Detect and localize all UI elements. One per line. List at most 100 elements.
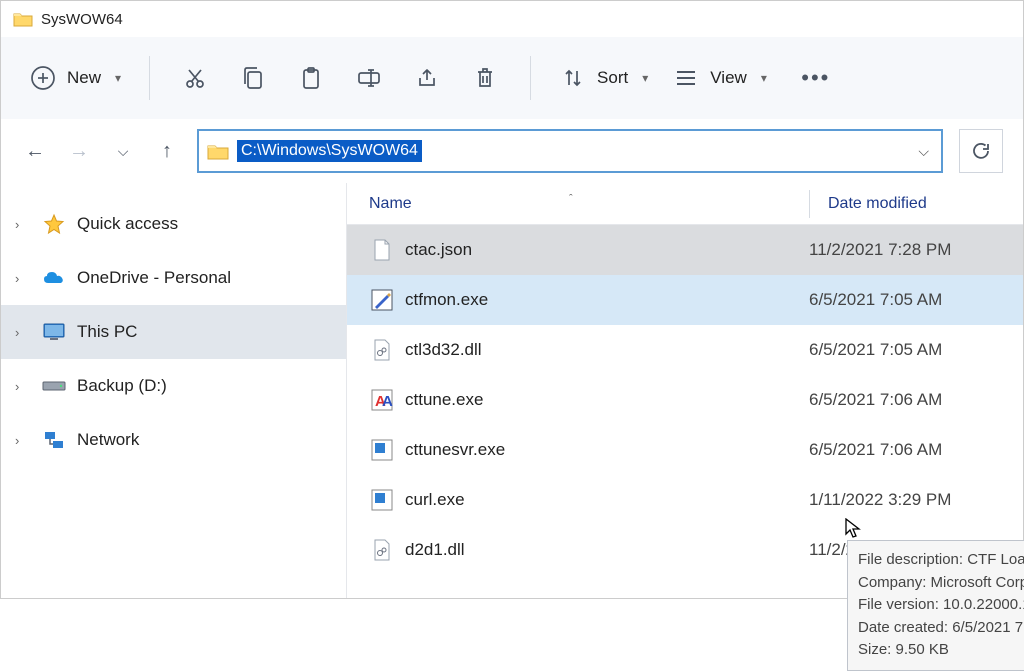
- star-icon: [41, 211, 67, 237]
- recent-button[interactable]: ⌵: [109, 137, 137, 165]
- app-icon: [369, 437, 395, 463]
- new-button[interactable]: New ▾: [19, 58, 131, 98]
- file-name: cttunesvr.exe: [405, 440, 809, 460]
- up-button[interactable]: ↑: [153, 137, 181, 165]
- paste-button[interactable]: [284, 56, 338, 100]
- file-name: ctac.json: [405, 240, 809, 260]
- sidebar-item-network[interactable]: › Network: [1, 413, 346, 467]
- app-icon: [369, 487, 395, 513]
- sort-label: Sort: [597, 68, 628, 88]
- address-path: C:\Windows\SysWOW64: [237, 140, 422, 162]
- sidebar-item-label: OneDrive - Personal: [77, 268, 231, 288]
- dll-icon: [369, 537, 395, 563]
- chevron-down-icon: ▾: [761, 71, 767, 85]
- share-button[interactable]: [400, 56, 454, 100]
- sidebar-item-quick-access[interactable]: › Quick access: [1, 197, 346, 251]
- file-date: 6/5/2021 7:06 AM: [809, 390, 942, 410]
- plus-circle-icon: [29, 64, 57, 92]
- folder-icon: [207, 142, 229, 160]
- file-row[interactable]: AA cttune.exe 6/5/2021 7:06 AM: [347, 375, 1023, 425]
- chevron-down-icon: ▾: [642, 71, 648, 85]
- copy-button[interactable]: [226, 56, 280, 100]
- tooltip-created: Date created: 6/5/2021 7:05 AM: [858, 617, 1024, 640]
- cloud-icon: [41, 265, 67, 291]
- sidebar-item-onedrive[interactable]: › OneDrive - Personal: [1, 251, 346, 305]
- file-row[interactable]: ctfmon.exe 6/5/2021 7:05 AM: [347, 275, 1023, 325]
- file-date: 6/5/2021 7:05 AM: [809, 340, 942, 360]
- sidebar-item-this-pc[interactable]: › This PC: [1, 305, 346, 359]
- divider: [149, 56, 150, 100]
- expand-icon[interactable]: ›: [15, 217, 31, 232]
- pc-icon: [41, 319, 67, 345]
- svg-text:A: A: [382, 393, 393, 410]
- rename-icon: [356, 66, 382, 90]
- file-name: ctfmon.exe: [405, 290, 809, 310]
- column-divider[interactable]: [809, 190, 810, 218]
- content-area: › Quick access › OneDrive - Personal › T…: [1, 183, 1023, 598]
- tooltip-description: File description: CTF Loader: [858, 549, 1024, 572]
- file-name: curl.exe: [405, 490, 809, 510]
- rename-button[interactable]: [342, 56, 396, 100]
- file-name: d2d1.dll: [405, 540, 809, 560]
- sidebar-item-label: Quick access: [77, 214, 178, 234]
- title-bar: SysWOW64: [1, 1, 1023, 37]
- new-label: New: [67, 68, 101, 88]
- file-row[interactable]: ctl3d32.dll 6/5/2021 7:05 AM: [347, 325, 1023, 375]
- file-row[interactable]: cttunesvr.exe 6/5/2021 7:06 AM: [347, 425, 1023, 475]
- file-name: cttune.exe: [405, 390, 809, 410]
- cut-button[interactable]: [168, 56, 222, 100]
- expand-icon[interactable]: ›: [15, 271, 31, 286]
- tooltip-size: Size: 9.50 KB: [858, 639, 1024, 662]
- file-list: ctac.json 11/2/2021 7:28 PM ctfmon.exe 6…: [347, 225, 1023, 575]
- ellipsis-icon: •••: [801, 65, 830, 91]
- file-row[interactable]: curl.exe 1/11/2022 3:29 PM: [347, 475, 1023, 525]
- expand-icon[interactable]: ›: [15, 379, 31, 394]
- nav-bar: ← → ⌵ ↑ C:\Windows\SysWOW64 ⌵: [1, 119, 1023, 183]
- file-icon: [369, 237, 395, 263]
- file-tooltip: File description: CTF Loader Company: Mi…: [847, 540, 1024, 671]
- file-pane: Name ˆ Date modified ctac.json 11/2/2021…: [347, 183, 1023, 598]
- tooltip-version: File version: 10.0.22000.1: [858, 594, 1024, 617]
- file-name: ctl3d32.dll: [405, 340, 809, 360]
- trash-icon: [474, 66, 496, 90]
- refresh-icon: [970, 140, 992, 162]
- chevron-down-icon: ▾: [115, 71, 121, 85]
- more-button[interactable]: •••: [789, 56, 843, 100]
- sort-icon: [559, 64, 587, 92]
- cttune-icon: AA: [369, 387, 395, 413]
- column-headers: Name ˆ Date modified: [347, 183, 1023, 225]
- refresh-button[interactable]: [959, 129, 1003, 173]
- file-date: 6/5/2021 7:06 AM: [809, 440, 942, 460]
- sort-button[interactable]: Sort ▾: [549, 58, 658, 98]
- column-date[interactable]: Date modified: [828, 195, 927, 213]
- divider: [530, 56, 531, 100]
- clipboard-icon: [300, 66, 322, 90]
- sidebar-item-backup[interactable]: › Backup (D:): [1, 359, 346, 413]
- ctfmon-icon: [369, 287, 395, 313]
- file-row[interactable]: ctac.json 11/2/2021 7:28 PM: [347, 225, 1023, 275]
- file-date: 6/5/2021 7:05 AM: [809, 290, 942, 310]
- sidebar-item-label: Backup (D:): [77, 376, 167, 396]
- file-date: 1/11/2022 3:29 PM: [809, 490, 951, 510]
- view-label: View: [710, 68, 747, 88]
- sort-indicator-icon: ˆ: [569, 193, 573, 205]
- delete-button[interactable]: [458, 56, 512, 100]
- tooltip-company: Company: Microsoft Corporation: [858, 572, 1024, 595]
- copy-icon: [242, 66, 264, 90]
- share-icon: [415, 66, 439, 90]
- scissors-icon: [183, 66, 207, 90]
- file-date: 11/2/2021 7:28 PM: [809, 240, 951, 260]
- toolbar: New ▾ Sort ▾ View ▾ •••: [1, 37, 1023, 119]
- column-name[interactable]: Name ˆ: [369, 195, 809, 213]
- expand-icon[interactable]: ›: [15, 433, 31, 448]
- dll-icon: [369, 337, 395, 363]
- address-bar[interactable]: C:\Windows\SysWOW64 ⌵: [197, 129, 943, 173]
- view-button[interactable]: View ▾: [662, 58, 777, 98]
- sidebar-item-label: Network: [77, 430, 139, 450]
- expand-icon[interactable]: ›: [15, 325, 31, 340]
- window-title: SysWOW64: [41, 11, 123, 28]
- folder-icon: [13, 11, 33, 27]
- forward-button[interactable]: →: [65, 137, 93, 165]
- back-button[interactable]: ←: [21, 137, 49, 165]
- address-dropdown[interactable]: ⌵: [914, 139, 933, 164]
